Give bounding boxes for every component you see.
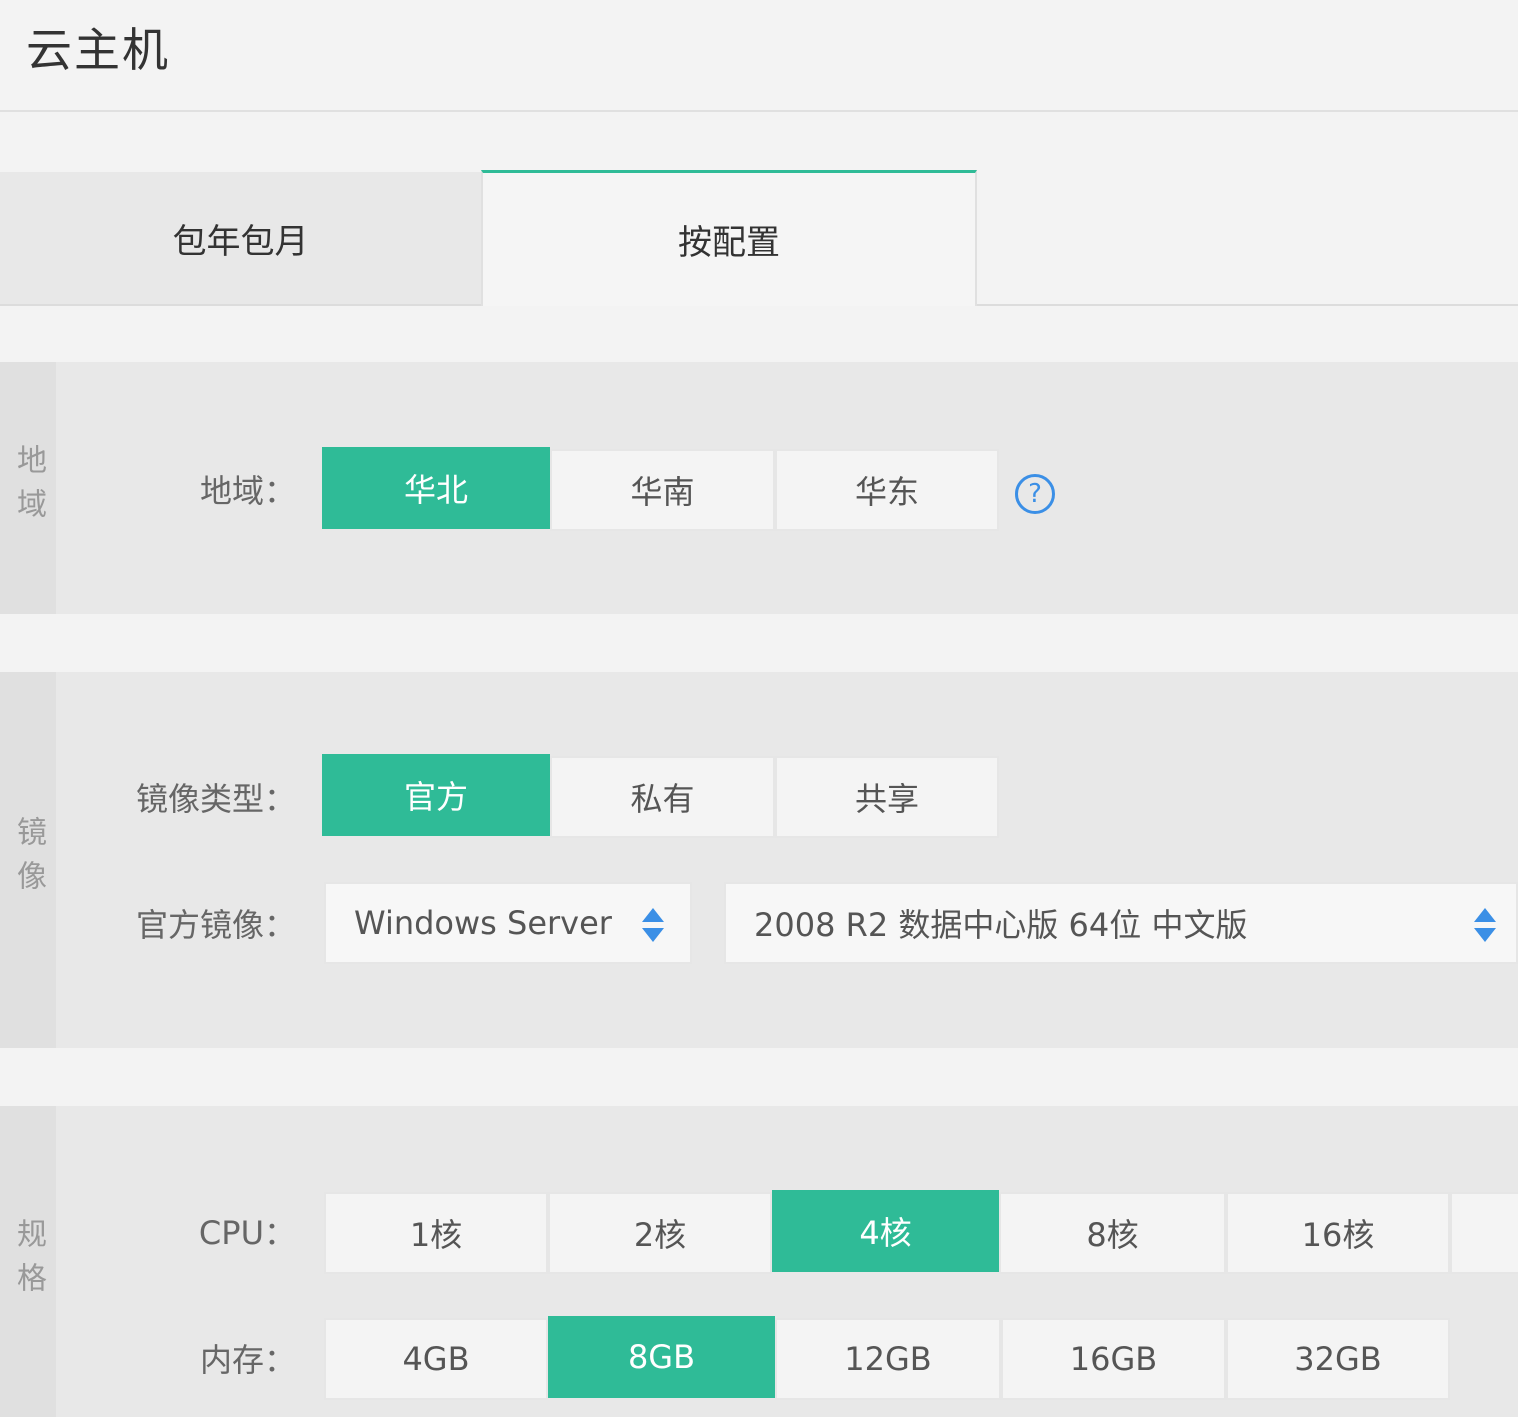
cpu-option-1[interactable]: 1核 [324,1192,548,1274]
region-option-north-china[interactable]: 华北 [322,447,550,529]
region-option-east-china[interactable]: 华东 [775,449,999,531]
memory-option-16gb[interactable]: 16GB [1001,1318,1226,1400]
cpu-option-8[interactable]: 8核 [999,1192,1226,1274]
memory-label: 内存： [199,1341,296,1379]
os-select[interactable]: Windows Server [324,882,692,964]
region-side-label: 地域 [0,362,56,614]
spec-section: 规格 CPU： 1核 2核 4核 8核 16核 内存： 4GB 8GB 12GB… [0,1106,1518,1417]
tab-pay-by-config-label: 按配置 [678,223,780,263]
tab-subscription[interactable]: 包年包月 [0,172,481,306]
image-section: 镜像 镜像类型： 官方 私有 共享 官方镜像： Windows Server 2… [0,672,1518,1048]
image-side-label: 镜像 [0,672,56,1048]
image-type-option-private[interactable]: 私有 [550,756,775,838]
official-image-label: 官方镜像： [135,906,296,944]
cpu-option-16[interactable]: 16核 [1226,1192,1450,1274]
memory-option-12gb[interactable]: 12GB [775,1318,1001,1400]
cpu-option-2[interactable]: 2核 [548,1192,772,1274]
title-divider [0,110,1518,112]
cpu-label: CPU： [198,1214,296,1252]
select-arrows-icon [642,908,664,942]
memory-option-4gb[interactable]: 4GB [324,1318,548,1400]
tab-pay-by-config[interactable]: 按配置 [481,170,977,306]
memory-option-32gb[interactable]: 32GB [1226,1318,1450,1400]
os-version-select-value: 2008 R2 数据中心版 64位 中文版 [754,906,1248,944]
memory-option-8gb[interactable]: 8GB [548,1316,775,1398]
os-version-select[interactable]: 2008 R2 数据中心版 64位 中文版 [724,882,1518,964]
image-type-label: 镜像类型： [135,780,296,818]
spec-side-label: 规格 [0,1106,56,1417]
os-select-value: Windows Server [354,904,612,942]
region-option-south-china[interactable]: 华南 [550,449,775,531]
tab-subscription-label: 包年包月 [172,221,309,262]
cpu-option-4[interactable]: 4核 [772,1190,999,1272]
question-circle-icon[interactable]: ? [1015,474,1055,514]
tab-bar-divider [977,304,1518,306]
region-label: 地域： [199,472,296,510]
image-type-option-official[interactable]: 官方 [322,754,550,836]
image-type-option-shared[interactable]: 共享 [775,756,999,838]
cpu-option-more[interactable] [1450,1192,1518,1274]
select-arrows-icon [1474,908,1496,942]
page-title: 云主机 [26,23,170,77]
region-section: 地域 地域： 华北 华南 华东 ? [0,362,1518,614]
